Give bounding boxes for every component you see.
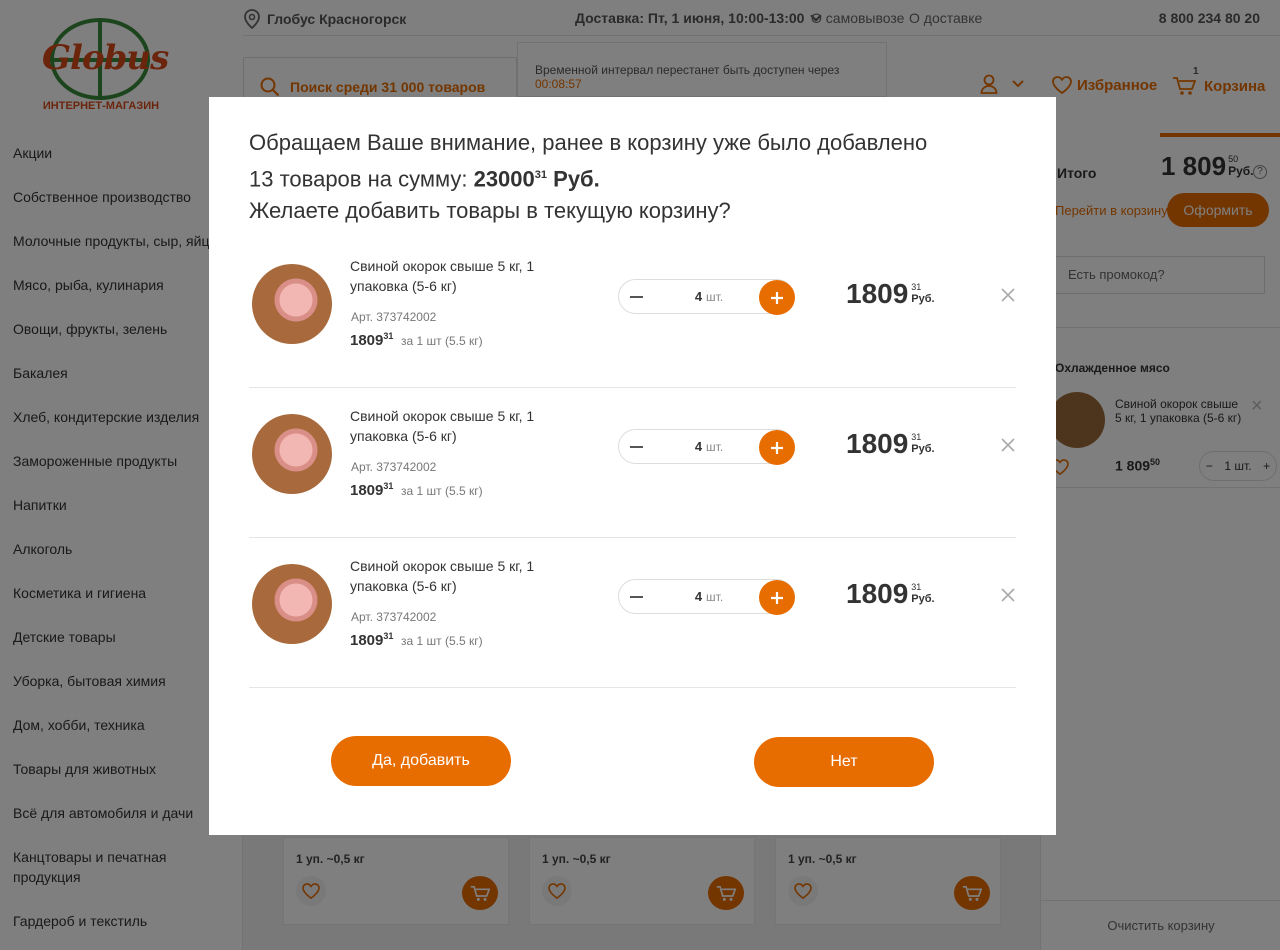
product-unit-price-int: 1809 (350, 632, 384, 649)
product-unit-price: 180931 (350, 631, 393, 649)
product-article: Арт. 373742002 (351, 460, 437, 474)
product-unit-note: за 1 шт (5.5 кг) (401, 334, 483, 348)
product-article: Арт. 373742002 (351, 610, 437, 624)
merge-cart-dialog: Обращаем Ваше внимание, ранее в корзину … (209, 97, 1056, 835)
product-image (252, 564, 332, 644)
previous-cart-sum: 23000 (473, 166, 535, 192)
dialog-title-line2: 13 товаров на сумму: 2300031 Руб. (249, 159, 1009, 195)
line-total-int: 1809 (846, 578, 909, 609)
dialog-title-line2-text: 13 товаров на сумму: (249, 166, 474, 192)
line-total-int: 1809 (846, 278, 909, 309)
product-unit-price-int: 1809 (350, 332, 384, 349)
close-icon[interactable] (1000, 287, 1016, 303)
previous-cart-currency: Руб. (553, 166, 600, 192)
minus-icon (630, 445, 643, 448)
increase-button[interactable] (759, 580, 795, 615)
quantity-value: 4 (694, 289, 703, 304)
minus-icon (630, 295, 643, 298)
minus-icon (630, 595, 643, 598)
close-icon[interactable] (1000, 437, 1016, 453)
plus-icon (771, 441, 783, 454)
product-unit-price-cents: 31 (383, 331, 394, 341)
line-total: 1809 31 Руб. (846, 578, 935, 610)
dialog-title: Обращаем Ваше внимание, ранее в корзину … (249, 127, 1009, 227)
decrease-button[interactable] (619, 580, 654, 613)
quantity-unit: шт. (706, 440, 724, 454)
increase-button[interactable] (759, 280, 795, 315)
quantity-field[interactable]: 4 шт. (679, 439, 739, 454)
plus-icon (771, 291, 783, 304)
product-image (252, 264, 332, 344)
product-name[interactable]: Свиной окорок свыше 5 кг, 1 упаковка (5-… (350, 256, 550, 296)
product-unit-price: 180931 (350, 481, 393, 499)
dialog-title-line1: Обращаем Ваше внимание, ранее в корзину … (249, 130, 928, 155)
line-total-cents-block: 31 Руб. (911, 578, 934, 605)
product-image (252, 414, 332, 494)
line-total-cents-block: 31 Руб. (911, 278, 934, 305)
quantity-field[interactable]: 4 шт. (679, 589, 739, 604)
quantity-value: 4 (694, 439, 703, 454)
product-article: Арт. 373742002 (351, 310, 437, 324)
list-item: Свиной окорок свыше 5 кг, 1 упаковка (5-… (249, 538, 1016, 688)
product-unit-price: 180931 (350, 331, 393, 349)
quantity-value: 4 (694, 589, 703, 604)
list-item: Свиной окорок свыше 5 кг, 1 упаковка (5-… (249, 238, 1016, 388)
line-total-int: 1809 (846, 428, 909, 459)
quantity-stepper: 4 шт. (618, 579, 795, 615)
decrease-button[interactable] (619, 430, 654, 463)
line-total: 1809 31 Руб. (846, 278, 935, 310)
line-total-cents: 31 (911, 282, 922, 292)
quantity-unit: шт. (706, 290, 724, 304)
product-unit-price-cents: 31 (383, 631, 394, 641)
close-icon[interactable] (1000, 587, 1016, 603)
line-total-cents: 31 (911, 432, 922, 442)
quantity-unit: шт. (706, 590, 724, 604)
line-total-cents: 31 (911, 582, 922, 592)
previous-cart-sum-cents: 31 (534, 169, 548, 181)
quantity-stepper: 4 шт. (618, 279, 795, 315)
product-unit-note: за 1 шт (5.5 кг) (401, 634, 483, 648)
line-total-currency: Руб. (911, 293, 935, 305)
product-unit-price-cents: 31 (383, 481, 394, 491)
no-button[interactable]: Нет (754, 737, 934, 787)
quantity-field[interactable]: 4 шт. (679, 289, 739, 304)
yes-add-button[interactable]: Да, добавить (331, 736, 511, 786)
plus-icon (771, 591, 783, 604)
product-unit-price-int: 1809 (350, 482, 384, 499)
list-item: Свиной окорок свыше 5 кг, 1 упаковка (5-… (249, 388, 1016, 538)
dialog-title-line3: Желаете добавить товары в текущую корзин… (249, 198, 731, 224)
quantity-stepper: 4 шт. (618, 429, 795, 465)
decrease-button[interactable] (619, 280, 654, 313)
product-unit-note: за 1 шт (5.5 кг) (401, 484, 483, 498)
line-total: 1809 31 Руб. (846, 428, 935, 460)
increase-button[interactable] (759, 430, 795, 465)
line-total-currency: Руб. (911, 593, 935, 605)
product-name[interactable]: Свиной окорок свыше 5 кг, 1 упаковка (5-… (350, 556, 550, 596)
product-name[interactable]: Свиной окорок свыше 5 кг, 1 упаковка (5-… (350, 406, 550, 446)
line-total-currency: Руб. (911, 443, 935, 455)
line-total-cents-block: 31 Руб. (911, 428, 934, 455)
